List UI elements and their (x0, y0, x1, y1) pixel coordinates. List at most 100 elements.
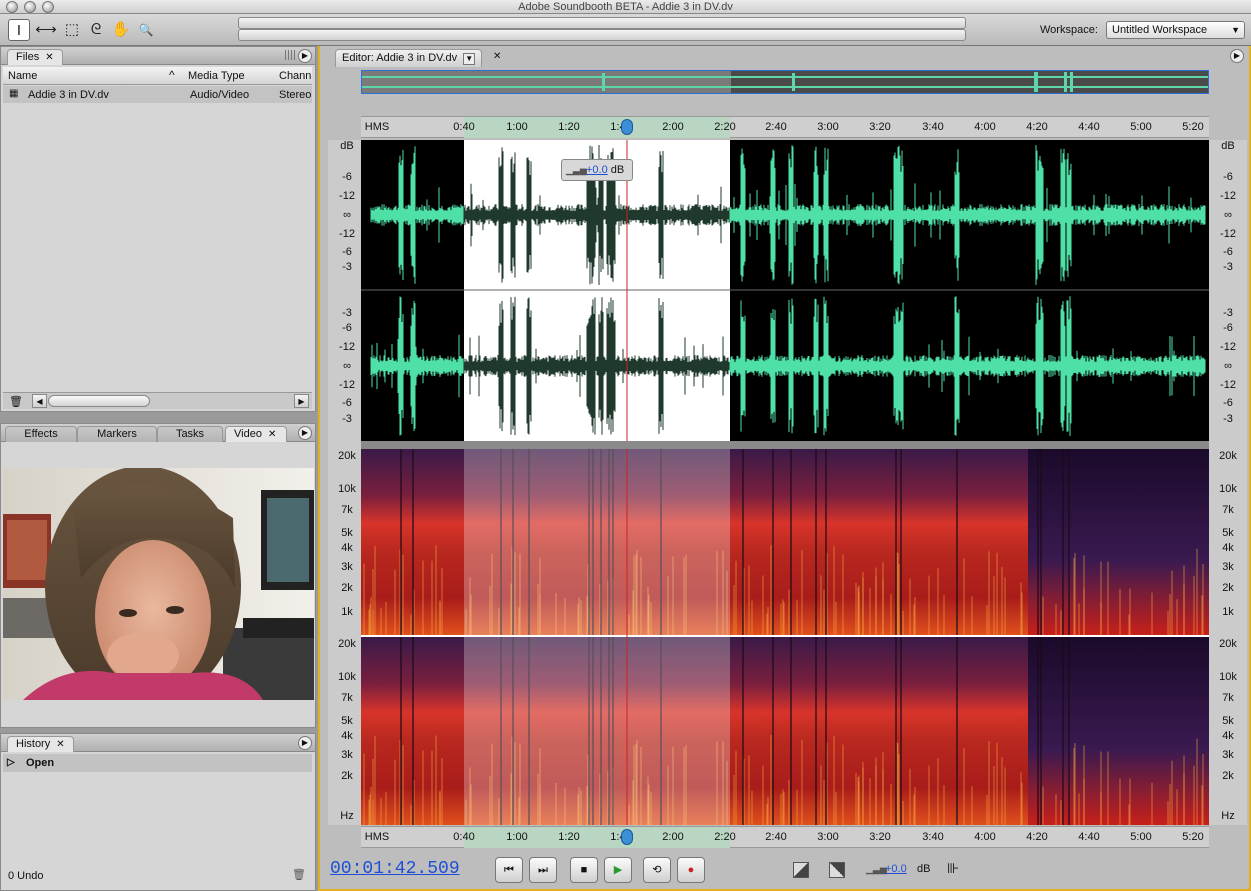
close-window-button[interactable] (6, 1, 18, 13)
ruler-label-hms: HMS (364, 121, 390, 133)
spectral-selection-highlight (464, 449, 730, 825)
loop-icon: ⟲ (652, 864, 662, 876)
ruler-label: 3:40 (922, 831, 944, 843)
status-bar-top (238, 17, 966, 29)
tab-editor[interactable]: Editor: Addie 3 in DV.dv ▼ (335, 49, 483, 67)
ruler-label: 3:20 (869, 121, 891, 133)
fade-out-icon[interactable] (829, 862, 845, 878)
minimize-window-button[interactable] (24, 1, 36, 13)
zoom-window-button[interactable] (42, 1, 54, 13)
table-row[interactable]: ▦ Addie 3 in DV.dv Audio/Video Stereo (3, 86, 312, 103)
panel-menu-icon[interactable]: ▶ (298, 736, 312, 750)
gain-hud[interactable]: ▁▃▅ +0.0 dB (561, 159, 633, 181)
playhead-handle[interactable] (621, 829, 633, 845)
volume-bars-icon: ▁▃▅ (566, 165, 587, 175)
record-button[interactable]: ● (677, 857, 705, 883)
close-icon[interactable]: ✕ (493, 51, 501, 62)
normalize-icon[interactable]: ⊪ (947, 860, 959, 877)
time-ruler-top[interactable]: HMS 0:40 1:00 1:20 1:40 2:00 2:20 2:40 3… (361, 116, 1209, 138)
panel-menu-icon[interactable]: ▶ (298, 49, 312, 63)
time-selection-tool-icon[interactable]: I (8, 19, 30, 41)
scroll-thumb[interactable] (48, 395, 150, 407)
scale-label: -12 (1220, 341, 1236, 353)
workspace-select[interactable]: Untitled Workspace ▼ (1106, 21, 1245, 39)
scale-label: 20k (1219, 638, 1237, 650)
loop-button[interactable]: ⟲ (643, 857, 671, 883)
list-item[interactable]: ▷ Open (3, 754, 312, 772)
ruler-label: 3:00 (817, 121, 839, 133)
tab-effects[interactable]: Effects (5, 426, 77, 442)
close-icon[interactable]: ✕ (56, 739, 64, 750)
ruler-label: 2:00 (662, 121, 684, 133)
zoom-tool-icon[interactable]: 🔍 (135, 19, 157, 41)
overview-navigator[interactable] (361, 70, 1209, 94)
stop-button[interactable]: ■ (570, 857, 598, 883)
column-header-channels[interactable]: Chann (279, 70, 311, 82)
play-button[interactable]: ▶ (604, 857, 632, 883)
file-channels: Stereo (279, 89, 312, 101)
view-splitter[interactable] (361, 441, 1209, 449)
tab-history[interactable]: History ✕ (7, 736, 74, 752)
ruler-label: 4:20 (1026, 121, 1048, 133)
file-media-type: Audio/Video (190, 89, 250, 101)
panel-grip-icon[interactable] (285, 50, 295, 60)
column-header-media-type[interactable]: Media Type (188, 70, 245, 82)
time-ruler-bottom[interactable]: HMS 0:40 1:00 1:20 1:40 2:00 2:20 2:40 3… (361, 826, 1209, 848)
scale-label: -3 (1223, 307, 1233, 319)
go-to-end-button[interactable]: ⏭ (529, 857, 557, 883)
go-to-start-button[interactable]: ⏮ (495, 857, 523, 883)
video-frame-image (3, 468, 314, 700)
gain-value[interactable]: +0.0 (885, 863, 907, 875)
ruler-label: 3:40 (922, 121, 944, 133)
history-tabrow: History ✕ ▶ (1, 734, 315, 752)
ruler-label: 2:40 (765, 831, 787, 843)
close-icon[interactable]: ✕ (268, 429, 276, 440)
editor-file-menu-icon[interactable]: ▼ (463, 53, 476, 65)
scale-label: 1k (1222, 606, 1234, 618)
timecode-display[interactable]: 00:01:42.509 (330, 859, 460, 879)
tab-markers[interactable]: Markers (77, 426, 157, 442)
files-scrollbar[interactable]: 🗑 ◀ ▶ (3, 392, 312, 409)
scale-label: -6 (1223, 397, 1233, 409)
workspace-value: Untitled Workspace (1112, 24, 1208, 36)
ruler-label: 5:20 (1182, 121, 1204, 133)
marquee-selection-tool-icon[interactable]: ⬚ (61, 19, 83, 41)
files-table-header: Name ^ Media Type Chann (3, 67, 312, 85)
stop-icon: ■ (580, 864, 588, 876)
playhead-handle[interactable] (621, 119, 633, 135)
chevron-down-icon: ▼ (1231, 25, 1240, 35)
close-icon[interactable]: ✕ (45, 52, 53, 63)
tab-video[interactable]: Video ✕ (225, 426, 287, 442)
files-tabrow: Files ✕ ▶ (1, 47, 315, 65)
tab-tasks[interactable]: Tasks (157, 426, 223, 442)
gain-hud-value[interactable]: +0.0 (586, 164, 608, 176)
scale-label: 10k (1219, 483, 1237, 495)
scale-label: ∞ (1224, 209, 1232, 221)
waveform-display[interactable] (361, 140, 1209, 441)
scale-label: 2k (1222, 582, 1234, 594)
column-header-name[interactable]: Name (8, 70, 37, 82)
ruler-label: 1:00 (506, 831, 528, 843)
waveform-svg (361, 140, 1209, 441)
scale-label: -3 (1223, 413, 1233, 425)
scale-label: 2k (1222, 770, 1234, 782)
scroll-left-icon[interactable]: ◀ (32, 394, 47, 408)
panel-menu-icon[interactable]: ▶ (1230, 49, 1244, 63)
trash-icon[interactable]: 🗑 (292, 868, 306, 881)
fade-in-icon[interactable] (793, 862, 809, 878)
lasso-tool-icon[interactable]: ᘓ (85, 19, 107, 41)
ruler-selection (464, 827, 730, 848)
ruler-label: 4:20 (1026, 831, 1048, 843)
tab-files[interactable]: Files ✕ (7, 49, 63, 65)
hand-tool-icon[interactable]: ✋ (110, 19, 132, 41)
scale-label: 10k (1219, 671, 1237, 683)
ruler-label: 4:40 (1078, 831, 1100, 843)
panel-menu-icon[interactable]: ▶ (298, 426, 312, 440)
ruler-label: 5:00 (1130, 831, 1152, 843)
trash-icon[interactable]: 🗑 (9, 395, 23, 408)
gain-unit: dB (917, 863, 931, 875)
scroll-right-icon[interactable]: ▶ (294, 394, 309, 408)
spectral-display[interactable] (361, 449, 1209, 825)
time-stretch-tool-icon[interactable]: ⟷ (35, 19, 57, 41)
ruler-label: 1:20 (558, 831, 580, 843)
